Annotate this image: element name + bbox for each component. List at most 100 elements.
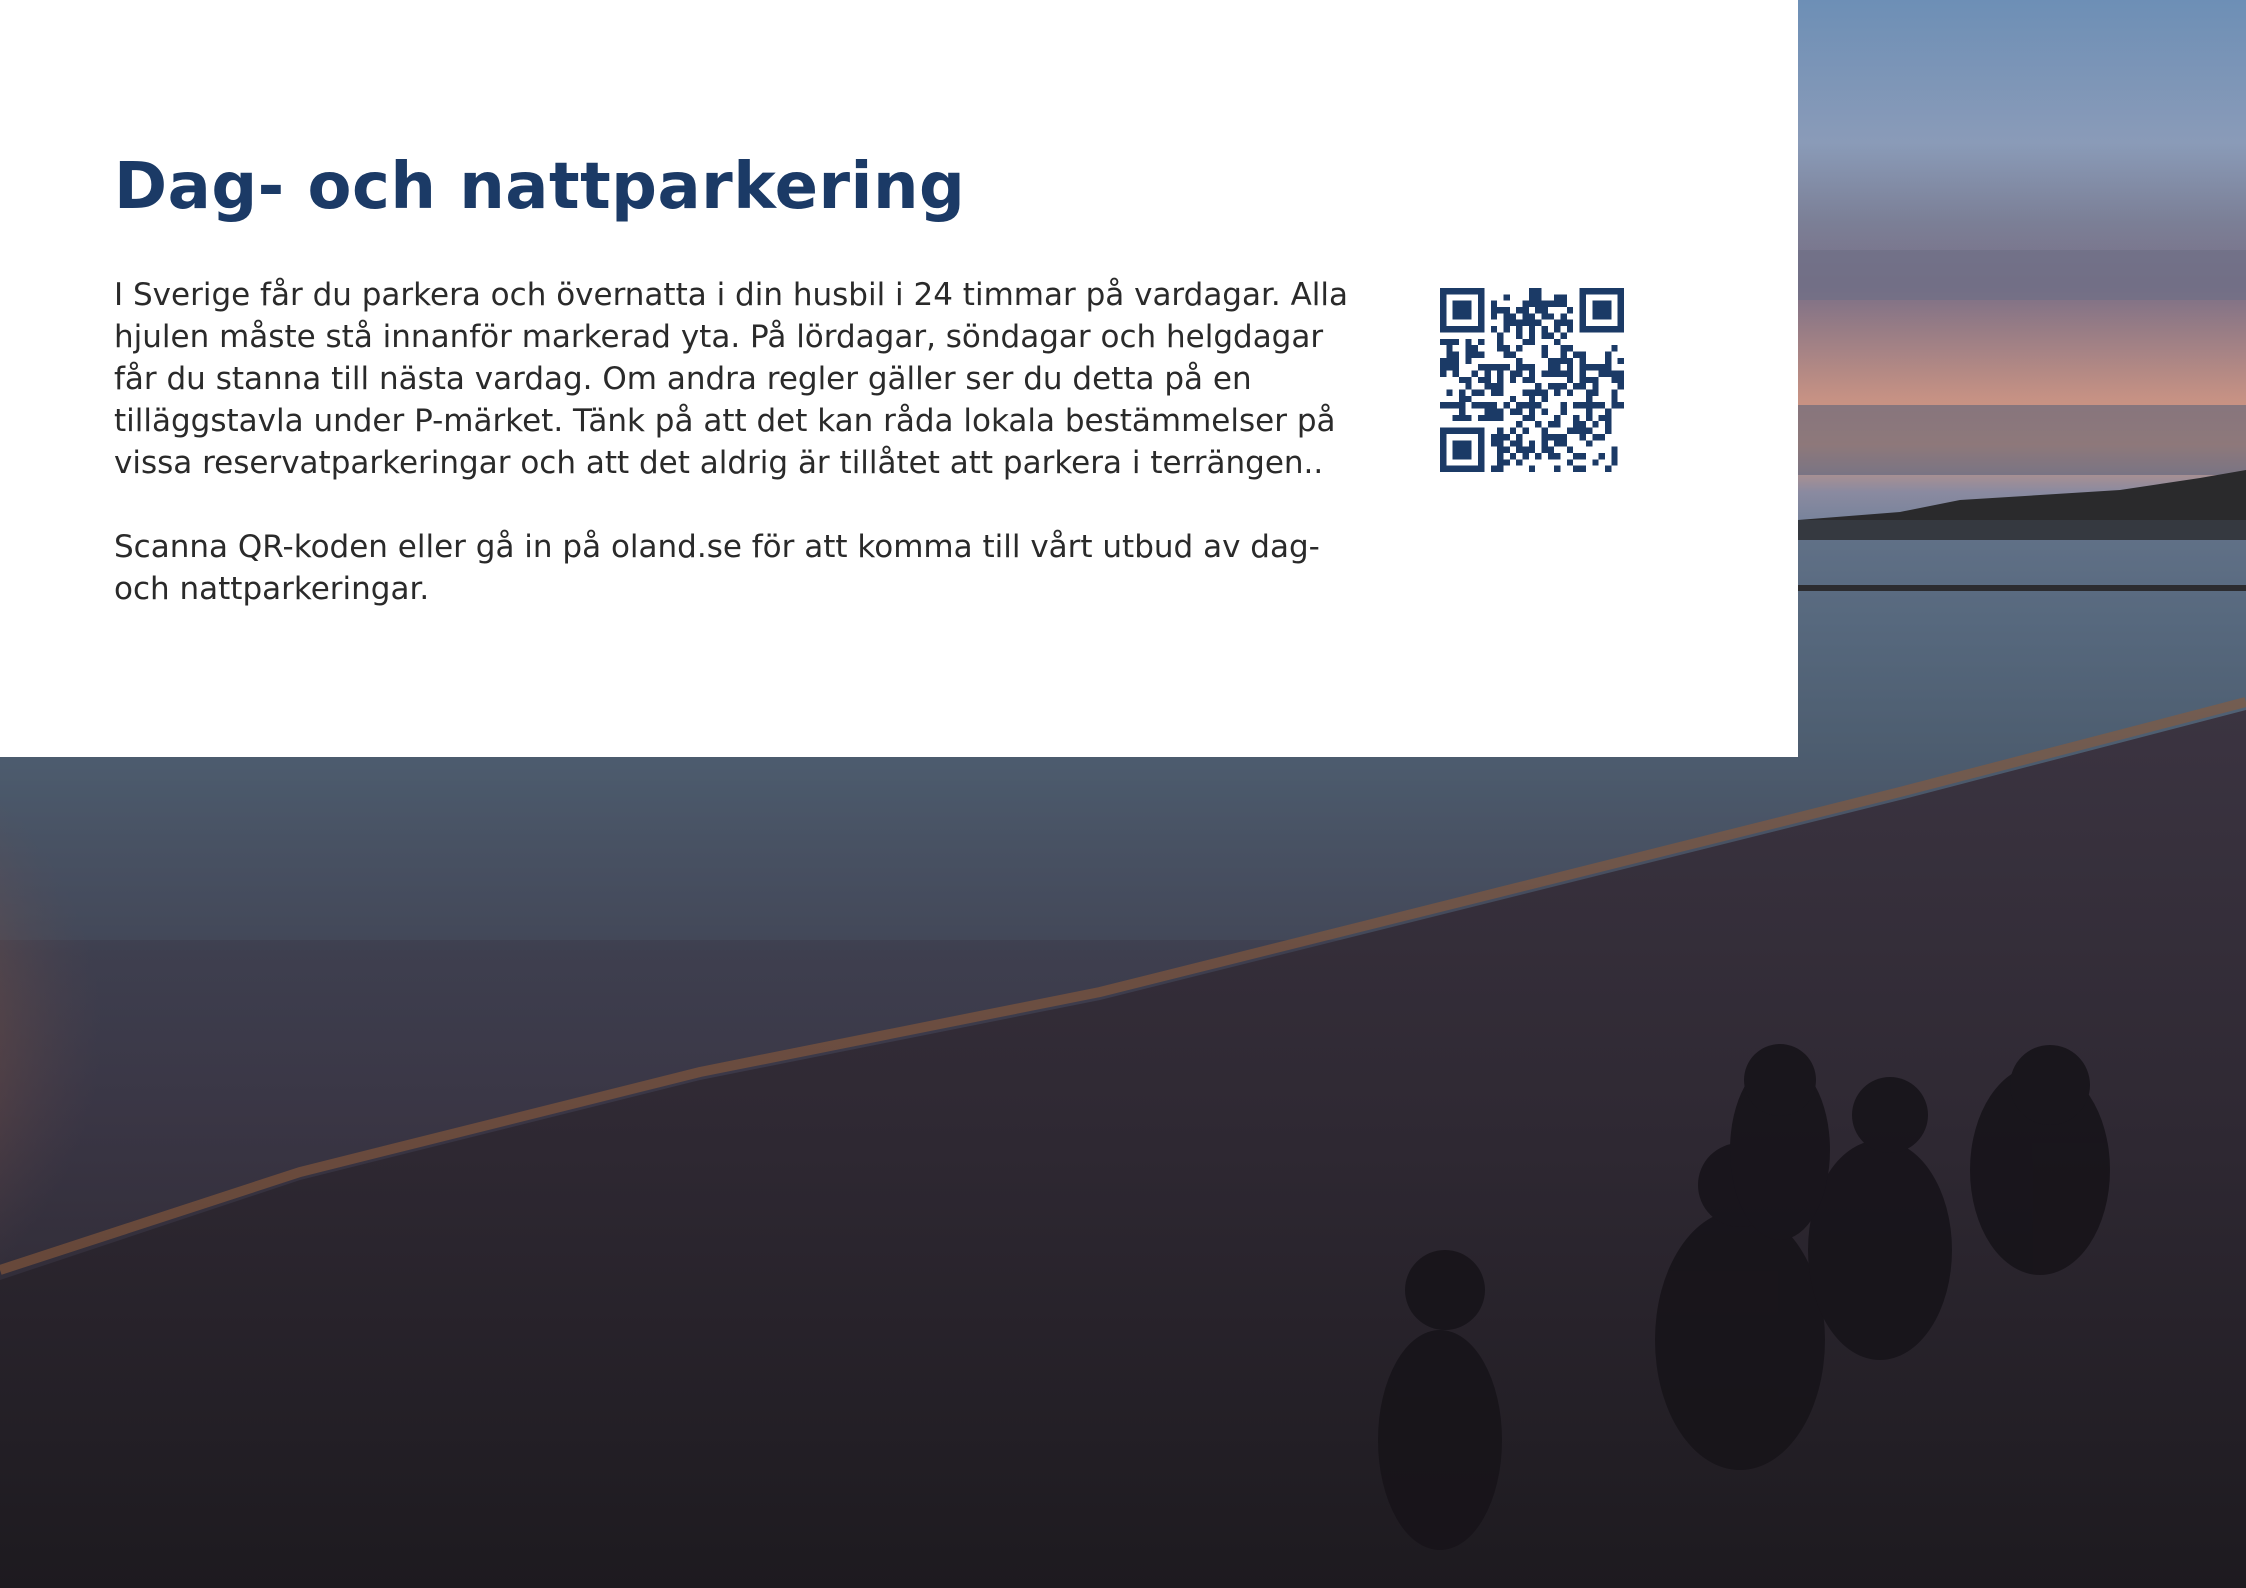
qr-module <box>1541 351 1548 358</box>
qr-module <box>1440 452 1447 460</box>
qr-module <box>1446 351 1453 358</box>
qr-module <box>1459 402 1466 409</box>
qr-module <box>1547 313 1555 320</box>
qr-module <box>1440 307 1447 314</box>
qr-module <box>1522 402 1529 409</box>
qr-module <box>1573 351 1580 358</box>
qr-module <box>1617 376 1624 384</box>
qr-module <box>1554 452 1561 460</box>
qr-module <box>1465 345 1472 352</box>
qr-module <box>1497 376 1504 384</box>
qr-module <box>1522 319 1529 327</box>
qr-module <box>1554 357 1561 365</box>
qr-module <box>1604 465 1612 472</box>
qr-module <box>1617 326 1624 333</box>
qr-module <box>1484 370 1491 377</box>
qr-module <box>1604 313 1612 320</box>
qr-module <box>1490 364 1498 371</box>
qr-module <box>1497 408 1504 415</box>
qr-code-icon[interactable] <box>1440 288 1624 472</box>
qr-module <box>1465 376 1472 384</box>
qr-module <box>1516 319 1523 327</box>
qr-module <box>1541 433 1548 441</box>
qr-module <box>1611 402 1618 409</box>
qr-module <box>1528 376 1536 384</box>
qr-module <box>1497 338 1504 346</box>
qr-module <box>1604 364 1612 371</box>
qr-module <box>1566 345 1574 352</box>
qr-module <box>1478 307 1485 314</box>
qr-module <box>1509 427 1517 434</box>
qr-module <box>1566 364 1574 371</box>
qr-module <box>1478 402 1485 409</box>
qr-module <box>1554 440 1561 447</box>
qr-module <box>1459 307 1466 314</box>
qr-module <box>1509 376 1517 384</box>
qr-module <box>1541 370 1548 377</box>
qr-module <box>1604 357 1612 365</box>
qr-module <box>1528 326 1536 333</box>
qr-module <box>1440 402 1447 409</box>
qr-module <box>1585 288 1593 295</box>
qr-module <box>1585 389 1593 396</box>
qr-module <box>1560 383 1567 390</box>
qr-module <box>1547 383 1555 390</box>
qr-module <box>1611 376 1618 384</box>
qr-module <box>1484 376 1491 384</box>
qr-module <box>1617 319 1624 327</box>
qr-module <box>1440 459 1447 466</box>
qr-module <box>1611 459 1618 466</box>
qr-module <box>1528 338 1536 346</box>
qr-module <box>1604 408 1612 415</box>
qr-module <box>1611 326 1618 333</box>
qr-module <box>1541 326 1548 333</box>
qr-module <box>1604 370 1612 377</box>
qr-module <box>1478 433 1485 441</box>
qr-module <box>1497 414 1504 422</box>
qr-module <box>1490 408 1498 415</box>
qr-module <box>1509 370 1517 377</box>
qr-module <box>1566 376 1574 384</box>
qr-module <box>1440 288 1447 295</box>
qr-module <box>1478 376 1485 384</box>
qr-module <box>1560 313 1567 320</box>
qr-module <box>1554 326 1561 333</box>
qr-module <box>1465 383 1472 390</box>
qr-module <box>1579 465 1586 472</box>
qr-module <box>1554 338 1561 346</box>
qr-module <box>1554 414 1561 422</box>
qr-module <box>1465 313 1472 320</box>
qr-module <box>1611 288 1618 295</box>
qr-module <box>1617 300 1624 308</box>
qr-module <box>1573 383 1580 390</box>
qr-module <box>1573 452 1580 460</box>
qr-module <box>1509 395 1517 403</box>
qr-module <box>1528 319 1536 327</box>
qr-module <box>1560 345 1567 352</box>
qr-module <box>1459 300 1466 308</box>
qr-module <box>1579 319 1586 327</box>
qr-module <box>1452 357 1460 365</box>
qr-module <box>1585 408 1593 415</box>
qr-module <box>1528 389 1536 396</box>
qr-module <box>1440 440 1447 447</box>
qr-module <box>1452 414 1460 422</box>
qr-module <box>1452 402 1460 409</box>
qr-module <box>1528 294 1536 301</box>
qr-module <box>1592 383 1599 390</box>
qr-module <box>1528 313 1536 320</box>
qr-module <box>1611 452 1618 460</box>
qr-module <box>1446 338 1453 346</box>
qr-module <box>1604 351 1612 358</box>
qr-module <box>1541 389 1548 396</box>
qr-module <box>1503 307 1510 314</box>
qr-module <box>1592 402 1599 409</box>
qr-module <box>1522 338 1529 346</box>
qr-module <box>1459 452 1466 460</box>
qr-module <box>1509 440 1517 447</box>
qr-module <box>1592 421 1599 428</box>
qr-module <box>1535 402 1542 409</box>
qr-module <box>1490 440 1498 447</box>
qr-module <box>1566 357 1574 365</box>
qr-module <box>1484 408 1491 415</box>
